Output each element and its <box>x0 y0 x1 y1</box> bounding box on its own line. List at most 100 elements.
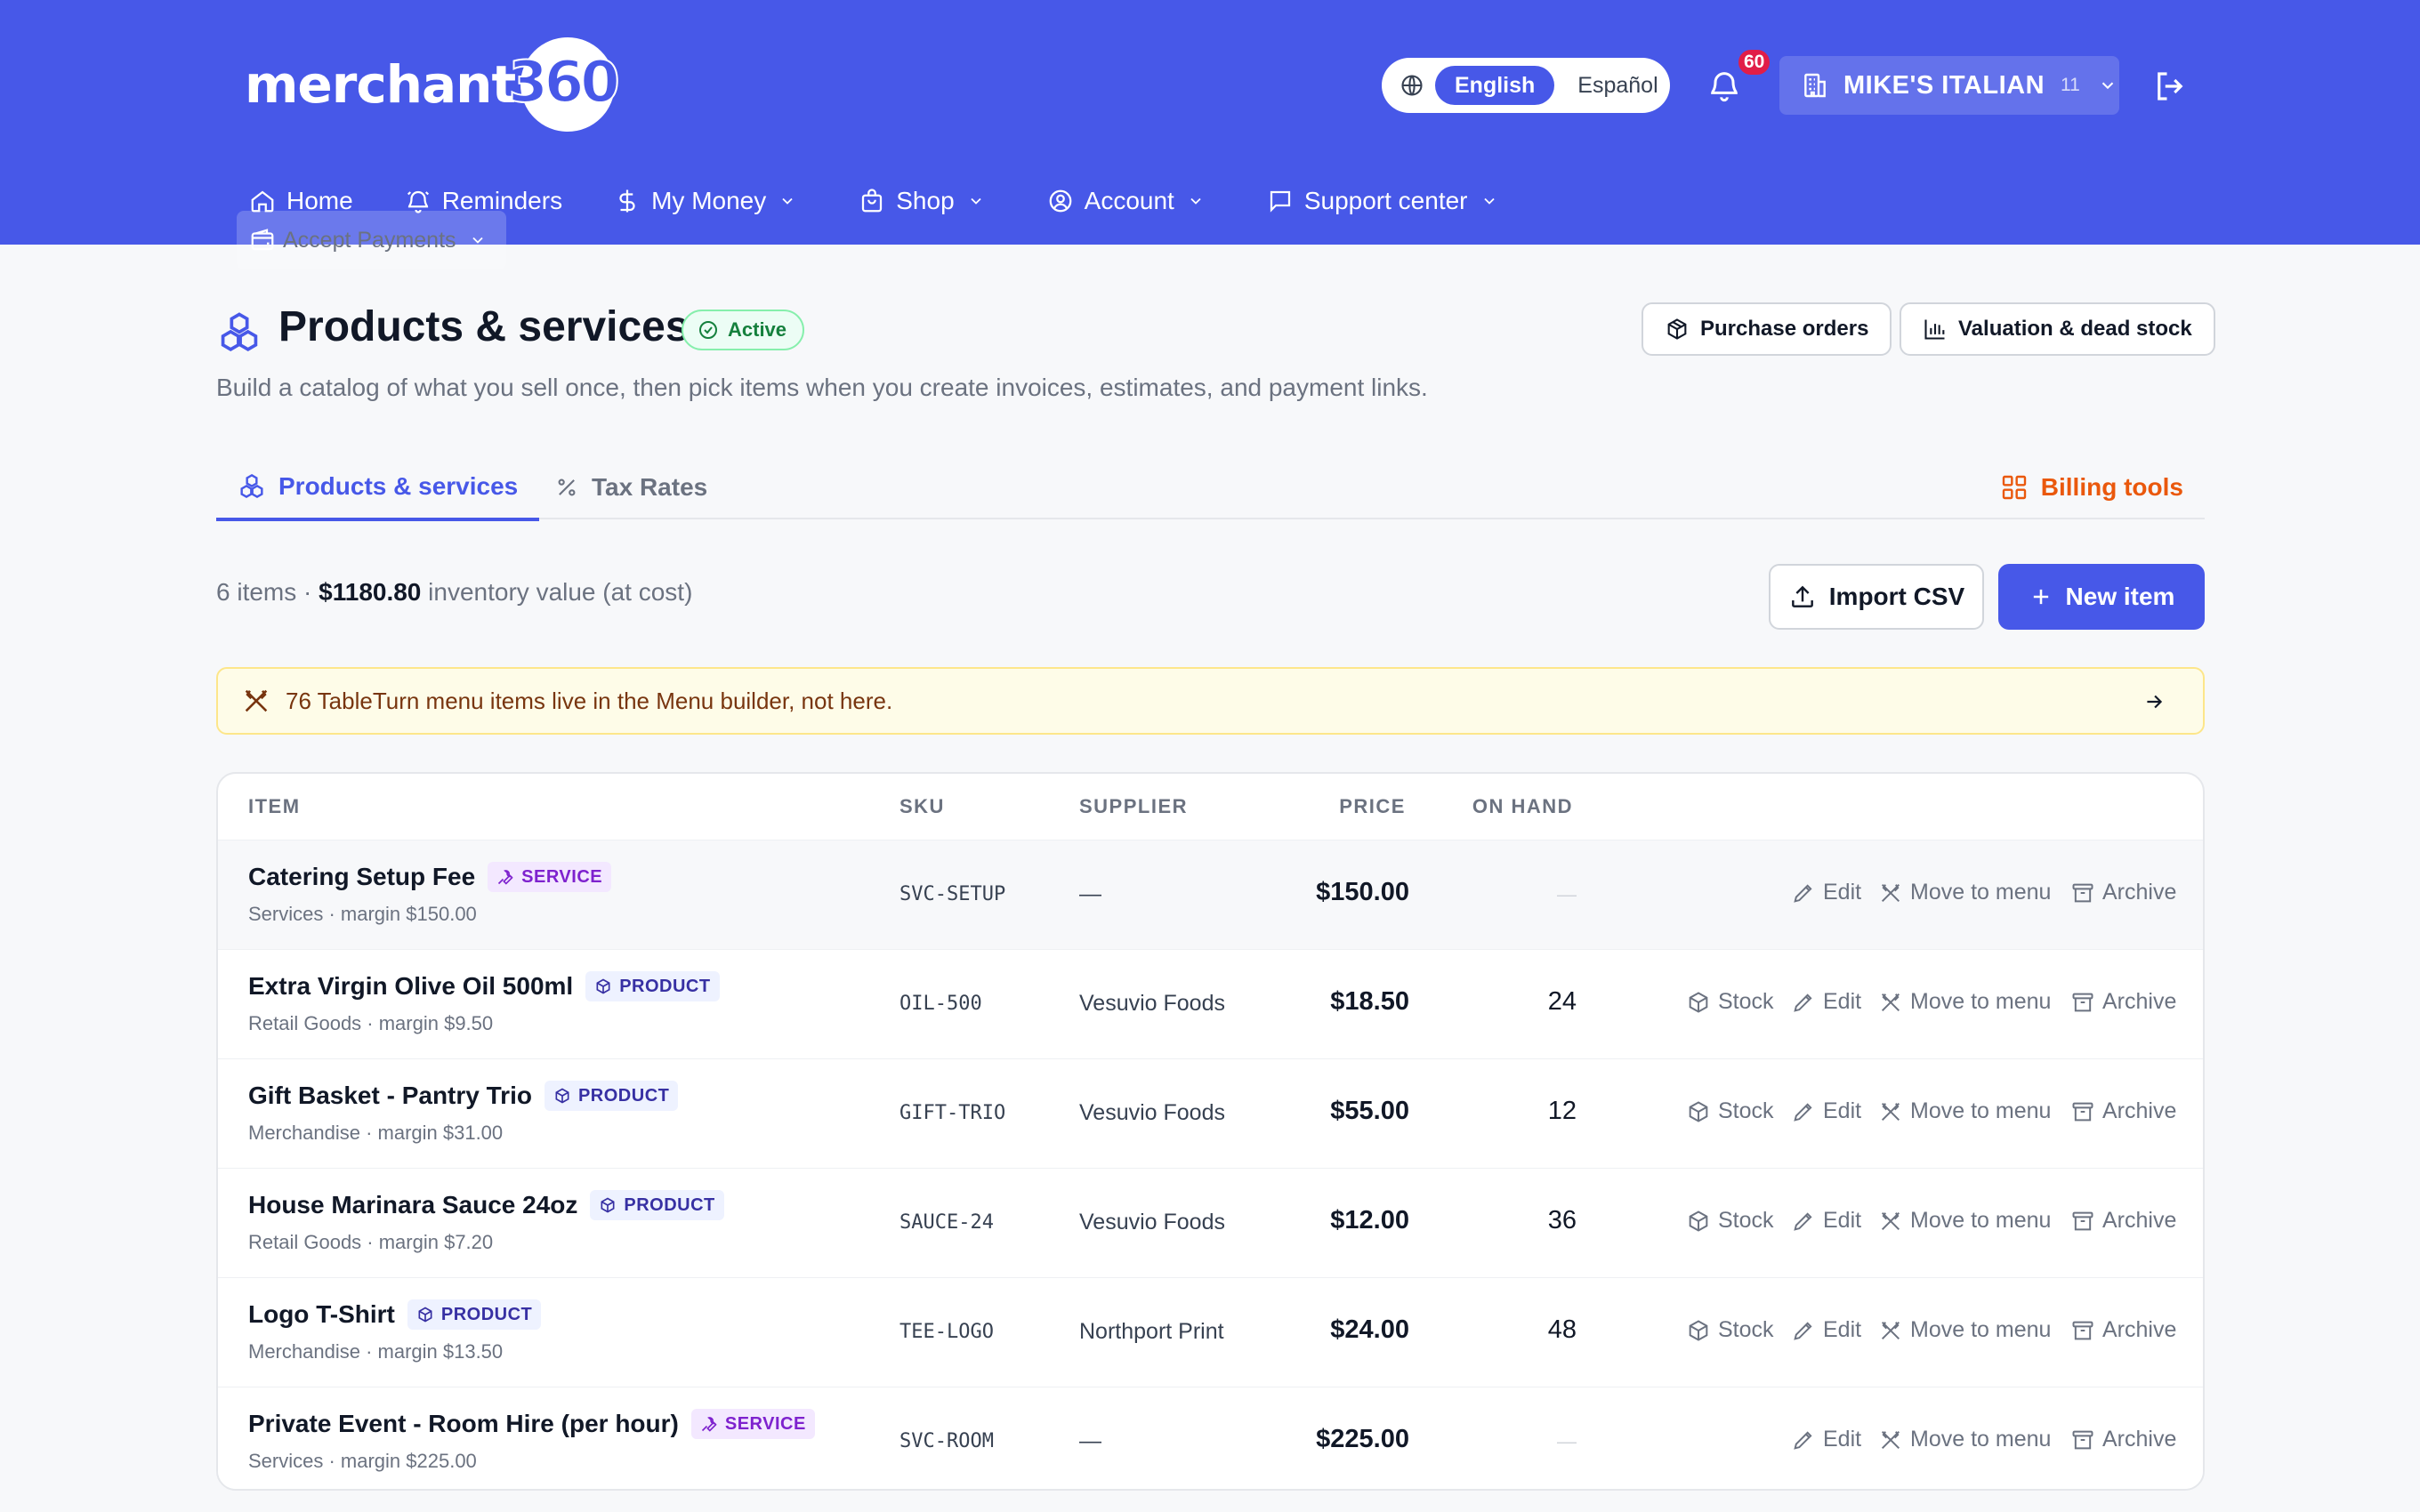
edit-label: Edit <box>1823 1427 1862 1452</box>
nav-account[interactable]: Account <box>1035 172 1228 230</box>
edit-button[interactable]: Edit <box>1791 1208 1861 1234</box>
page-subtitle: Build a catalog of what you sell once, t… <box>216 374 1428 401</box>
item-price: $150.00 <box>1316 878 1409 906</box>
item-price: $24.00 <box>1330 1315 1409 1344</box>
utensils-icon <box>1878 1318 1910 1343</box>
purchase-orders-label: Purchase orders <box>1700 317 1869 341</box>
item-type-label: PRODUCT <box>619 976 711 996</box>
edit-button[interactable]: Edit <box>1791 880 1861 905</box>
billing-tools-link[interactable]: Billing tools <box>2000 455 2205 519</box>
move-to-menu-button[interactable]: Move to menu <box>1878 989 2051 1015</box>
nav-my-money-label: My Money <box>651 187 767 214</box>
move-to-menu-label: Move to menu <box>1910 989 2052 1014</box>
col-header-on-hand: ON HAND <box>1472 795 1573 817</box>
move-to-menu-button[interactable]: Move to menu <box>1878 1098 2051 1124</box>
stock-button[interactable]: Stock <box>1686 989 1774 1015</box>
edit-label: Edit <box>1823 1317 1862 1342</box>
tab-tax-rates[interactable]: Tax Rates <box>554 455 707 519</box>
edit-button[interactable]: Edit <box>1791 989 1861 1015</box>
col-header-item: ITEM <box>248 795 301 817</box>
utensils-icon <box>1878 1428 1910 1452</box>
menu-builder-banner[interactable]: 76 TableTurn menu items live in the Menu… <box>216 667 2205 735</box>
table-row[interactable]: Gift Basket - Pantry Trio PRODUCT Mercha… <box>218 1058 2203 1168</box>
pencil-icon <box>1791 881 1823 905</box>
item-supplier: Vesuvio Foods <box>1079 991 1225 1016</box>
new-item-button[interactable]: New item <box>1998 564 2205 630</box>
table-row[interactable]: House Marinara Sauce 24oz PRODUCT Retail… <box>218 1168 2203 1277</box>
archive-icon <box>2070 1099 2102 1124</box>
purchase-orders-button[interactable]: Purchase orders <box>1642 302 1892 356</box>
logout-icon[interactable] <box>2151 68 2189 105</box>
account-switcher[interactable]: MIKE'S ITALIAN 11 <box>1779 56 2119 115</box>
archive-label: Archive <box>2102 989 2177 1014</box>
chevron-down-icon <box>967 192 996 210</box>
nav-my-money[interactable]: My Money <box>601 172 819 230</box>
item-on-hand: 48 <box>1547 1315 1577 1344</box>
archive-button[interactable]: Archive <box>2070 989 2176 1015</box>
box-icon <box>594 977 619 995</box>
table-row[interactable]: Extra Virgin Olive Oil 500ml PRODUCT Ret… <box>218 949 2203 1058</box>
move-to-menu-button[interactable]: Move to menu <box>1878 1427 2051 1452</box>
table-row[interactable]: Catering Setup Fee SERVICE Services · ma… <box>218 840 2203 949</box>
import-csv-button[interactable]: Import CSV <box>1769 564 1984 630</box>
package-icon <box>1686 1209 1718 1234</box>
archive-icon <box>2070 1209 2102 1234</box>
move-to-menu-button[interactable]: Move to menu <box>1878 880 2051 905</box>
boxes-icon <box>238 472 278 501</box>
import-csv-label: Import CSV <box>1828 583 1965 610</box>
stock-button[interactable]: Stock <box>1686 1098 1774 1124</box>
merchant360-logo[interactable]: merchant 360 <box>245 36 621 133</box>
wallet-icon <box>249 227 283 253</box>
item-meta: Services · margin $150.00 <box>248 903 477 925</box>
product-tag: PRODUCT <box>585 971 720 1001</box>
item-type-label: PRODUCT <box>624 1194 715 1215</box>
utensils-icon <box>1878 1099 1910 1124</box>
item-supplier: Northport Print <box>1079 1319 1224 1344</box>
package-icon <box>1686 990 1718 1015</box>
item-meta: Merchandise · margin $31.00 <box>248 1122 504 1144</box>
item-count: 6 items · <box>216 578 319 606</box>
item-name: Extra Virgin Olive Oil 500ml <box>248 972 574 1000</box>
archive-label: Archive <box>2102 1317 2177 1342</box>
inventory-summary: 6 items · $1180.80 inventory value (at c… <box>216 578 692 607</box>
move-to-menu-button[interactable]: Move to menu <box>1878 1317 2051 1343</box>
archive-button[interactable]: Archive <box>2070 1317 2176 1343</box>
stock-button[interactable]: Stock <box>1686 1208 1774 1234</box>
table-row[interactable]: Private Event - Room Hire (per hour) SER… <box>218 1387 2203 1489</box>
edit-label: Edit <box>1823 1208 1862 1233</box>
archive-button[interactable]: Archive <box>2070 1427 2176 1452</box>
tab-products-services[interactable]: Products & services <box>216 455 540 521</box>
item-sku: OIL-500 <box>899 993 982 1015</box>
item-type-label: SERVICE <box>724 1413 806 1434</box>
stock-label: Stock <box>1718 1317 1774 1342</box>
bell-icon[interactable] <box>1706 68 1742 103</box>
move-to-menu-button[interactable]: Move to menu <box>1878 1208 2051 1234</box>
nav-shop[interactable]: Shop <box>846 172 1007 230</box>
edit-button[interactable]: Edit <box>1791 1317 1861 1343</box>
box-icon <box>599 1196 624 1214</box>
edit-button[interactable]: Edit <box>1791 1427 1861 1452</box>
logo-text: merchant <box>245 54 516 115</box>
lang-english-button[interactable]: English <box>1435 66 1555 105</box>
lang-espanol-button[interactable]: Español <box>1577 73 1658 99</box>
boxes-icon <box>216 310 262 356</box>
item-price: $225.00 <box>1316 1425 1409 1453</box>
archive-button[interactable]: Archive <box>2070 1098 2176 1124</box>
item-meta: Retail Goods · margin $9.50 <box>248 1012 494 1034</box>
chevron-down-icon <box>2098 76 2118 95</box>
item-supplier: — <box>1079 881 1101 906</box>
nav-accept-payments[interactable]: Accept Payments <box>237 211 506 269</box>
edit-label: Edit <box>1823 989 1862 1014</box>
valuation-dead-stock-button[interactable]: Valuation & dead stock <box>1900 302 2215 356</box>
table-row[interactable]: Logo T-Shirt PRODUCT Merchandise · margi… <box>218 1277 2203 1387</box>
grid-icon <box>2000 473 2041 502</box>
archive-button[interactable]: Archive <box>2070 880 2176 905</box>
utensils-icon <box>241 686 286 716</box>
nav-support-center[interactable]: Support center <box>1254 172 1521 230</box>
inventory-value: $1180.80 <box>319 578 422 606</box>
stock-button[interactable]: Stock <box>1686 1317 1774 1343</box>
status-badge: Active <box>682 310 805 350</box>
utensils-icon <box>1878 990 1910 1015</box>
edit-button[interactable]: Edit <box>1791 1098 1861 1124</box>
archive-button[interactable]: Archive <box>2070 1208 2176 1234</box>
